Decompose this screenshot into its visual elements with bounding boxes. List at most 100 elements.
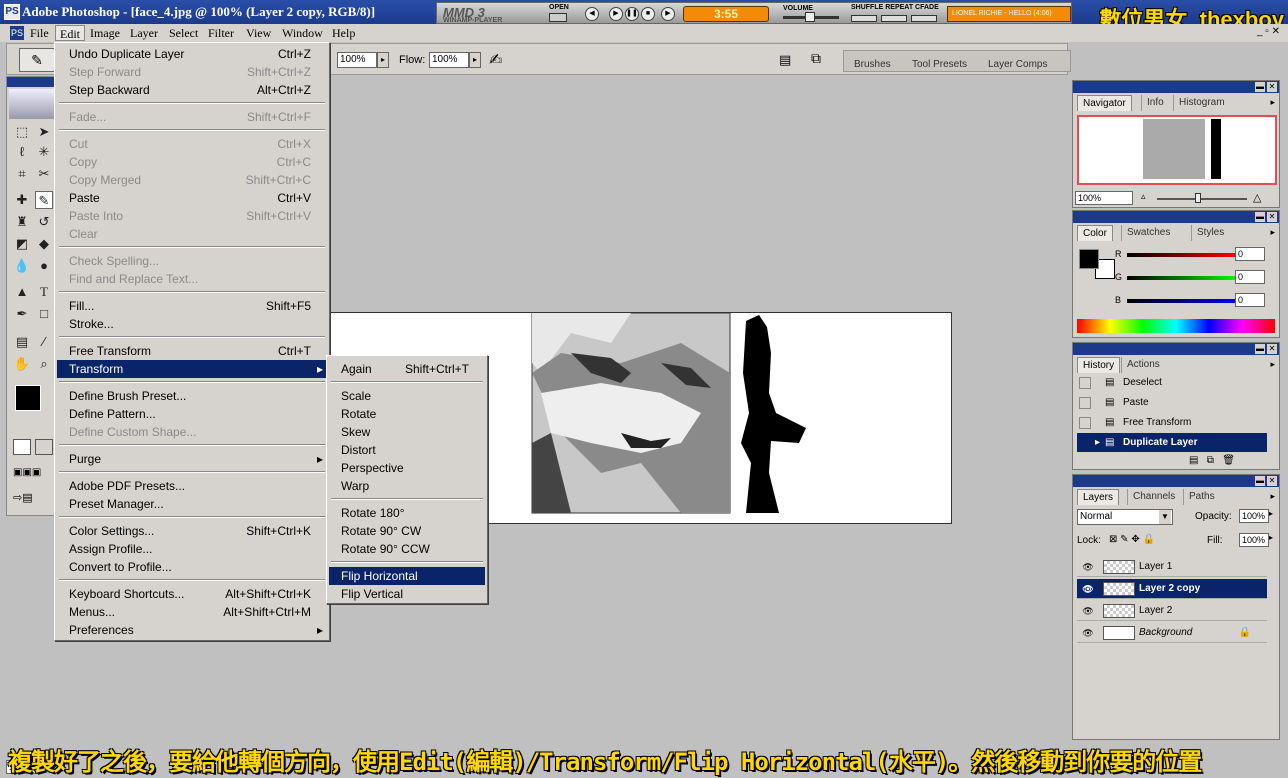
zoom-out-icon[interactable]: ▵ <box>1141 191 1146 202</box>
menu-item-find-replace[interactable]: Find and Replace Text... <box>57 270 327 288</box>
history-item-free-transform[interactable]: ▤ Free Transform <box>1077 413 1267 432</box>
tab-info[interactable]: Info <box>1141 95 1169 111</box>
r-slider[interactable] <box>1127 253 1239 257</box>
lasso-tool-icon[interactable]: ℓ <box>13 143 31 161</box>
menu-item-preferences[interactable]: Preferences ▸ <box>57 621 327 639</box>
menu-item-rotate-180[interactable]: Rotate 180° <box>329 504 485 522</box>
palette-options-icon[interactable]: ▸ <box>1270 97 1275 108</box>
flow-field[interactable]: 100% <box>429 52 469 68</box>
next-icon[interactable]: ▶ <box>661 7 675 21</box>
crop-tool-icon[interactable]: ⌗ <box>13 165 31 183</box>
menu-item-color-settings[interactable]: Color Settings... Shift+Ctrl+K <box>57 522 327 540</box>
stop-icon[interactable]: ■ <box>641 7 655 21</box>
menu-item-perspective[interactable]: Perspective <box>329 459 485 477</box>
menu-item-purge[interactable]: Purge ▸ <box>57 450 327 468</box>
flow-dropdown-icon[interactable]: ▸ <box>469 52 481 68</box>
airbrush-icon[interactable]: ✍ <box>489 50 502 70</box>
fg-color-chip[interactable] <box>1079 249 1099 269</box>
volume-handle[interactable] <box>805 12 815 22</box>
magic-wand-icon[interactable]: ✳ <box>35 143 53 161</box>
chevron-down-icon[interactable]: ▼ <box>1159 510 1171 524</box>
standard-mode-icon[interactable] <box>13 439 31 455</box>
lock-icons[interactable]: ⊠ ✎ ✥ 🔒 <box>1109 534 1155 545</box>
history-item-duplicate-layer[interactable]: ▸ ▤ Duplicate Layer <box>1077 433 1267 452</box>
file-browser-icon[interactable]: ⧉ <box>811 50 821 67</box>
tab-history[interactable]: History <box>1077 357 1121 373</box>
tab-swatches[interactable]: Swatches <box>1121 225 1175 241</box>
minimize-icon[interactable]: ▬ <box>1255 344 1265 354</box>
tab-color[interactable]: Color <box>1077 225 1113 241</box>
close-icon[interactable]: ✕ <box>1267 476 1277 486</box>
minimize-icon[interactable]: ▬ <box>1255 212 1265 222</box>
menu-item-free-transform[interactable]: Free Transform Ctrl+T <box>57 342 327 360</box>
pause-icon[interactable]: ❚❚ <box>625 7 639 21</box>
menu-layer[interactable]: Layer <box>126 25 162 41</box>
eraser-tool-icon[interactable]: ◩ <box>13 235 31 253</box>
crossfade-button[interactable] <box>911 15 937 22</box>
menu-help[interactable]: Help <box>328 25 359 41</box>
shuffle-button[interactable] <box>851 15 877 22</box>
close-icon[interactable]: ✕ <box>1267 82 1277 92</box>
menu-item-distort[interactable]: Distort <box>329 441 485 459</box>
menu-item-define-pattern[interactable]: Define Pattern... <box>57 405 327 423</box>
menu-item-fade[interactable]: Fade... Shift+Ctrl+F <box>57 108 327 126</box>
b-field[interactable]: 0 <box>1235 293 1265 307</box>
tab-channels[interactable]: Channels <box>1127 489 1180 505</box>
slice-tool-icon[interactable]: ✂ <box>35 165 53 183</box>
tab-paths[interactable]: Paths <box>1183 489 1220 505</box>
notes-tool-icon[interactable]: ▤ <box>13 333 31 351</box>
clone-stamp-icon[interactable]: ♜ <box>13 213 31 231</box>
history-item-deselect[interactable]: ▤ Deselect <box>1077 373 1267 392</box>
type-tool-icon[interactable]: T <box>35 283 53 301</box>
open-button[interactable] <box>549 13 567 22</box>
navigator-zoom-field[interactable]: 100% <box>1075 191 1133 205</box>
close-icon[interactable]: ✕ <box>1267 212 1277 222</box>
menu-item-undo-duplicate-layer[interactable]: Undo Duplicate Layer Ctrl+Z <box>57 45 327 63</box>
palette-options-icon[interactable]: ▸ <box>1270 227 1275 238</box>
menu-item-menus[interactable]: Menus... Alt+Shift+Ctrl+M <box>57 603 327 621</box>
pen-tool-icon[interactable]: ✒ <box>13 305 31 323</box>
path-select-icon[interactable]: ▲ <box>13 283 31 301</box>
menu-select[interactable]: Select <box>165 25 202 41</box>
eye-icon[interactable]: 👁 <box>1081 582 1095 596</box>
menu-item-step-backward[interactable]: Step Backward Alt+Ctrl+Z <box>57 81 327 99</box>
paint-bucket-icon[interactable]: ◆ <box>35 235 53 253</box>
menu-image[interactable]: Image <box>86 25 124 41</box>
history-brush-icon[interactable]: ↺ <box>35 213 53 231</box>
jump-to-imageready-icon[interactable]: ⇨▤ <box>13 491 55 507</box>
hand-tool-icon[interactable]: ✋ <box>13 355 31 373</box>
menu-item-flip-horizontal[interactable]: Flip Horizontal <box>329 567 485 585</box>
g-field[interactable]: 0 <box>1235 270 1265 284</box>
menu-item-preset-manager[interactable]: Preset Manager... <box>57 495 327 513</box>
menu-item-warp[interactable]: Warp <box>329 477 485 495</box>
dodge-tool-icon[interactable]: ● <box>35 257 53 275</box>
menu-item-fill[interactable]: Fill... Shift+F5 <box>57 297 327 315</box>
b-slider[interactable] <box>1127 299 1239 303</box>
healing-brush-icon[interactable]: ✚ <box>13 191 31 209</box>
menu-item-rotate-90-ccw[interactable]: Rotate 90° CCW <box>329 540 485 558</box>
layer-opacity-arrow-icon[interactable]: ▸ <box>1269 509 1273 518</box>
history-item-paste[interactable]: ▤ Paste <box>1077 393 1267 412</box>
menu-filter[interactable]: Filter <box>204 25 238 41</box>
tab-navigator[interactable]: Navigator <box>1077 95 1132 111</box>
palette-options-icon[interactable]: ▸ <box>1270 359 1275 370</box>
navigator-preview[interactable] <box>1077 115 1277 185</box>
doc-window-controls[interactable]: _ ▫ ✕ <box>1257 26 1280 37</box>
menu-item-convert-profile[interactable]: Convert to Profile... <box>57 558 327 576</box>
tab-histogram[interactable]: Histogram <box>1173 95 1230 111</box>
minimize-icon[interactable]: ▬ <box>1255 82 1265 92</box>
menu-item-define-custom-shape[interactable]: Define Custom Shape... <box>57 423 327 441</box>
menu-item-paste-into[interactable]: Paste Into Shift+Ctrl+V <box>57 207 327 225</box>
menu-window[interactable]: Window <box>278 25 327 41</box>
tab-tool-presets[interactable]: Tool Presets <box>912 59 967 70</box>
menu-item-stroke[interactable]: Stroke... <box>57 315 327 333</box>
menu-file[interactable]: File <box>26 25 53 41</box>
menu-item-paste[interactable]: Paste Ctrl+V <box>57 189 327 207</box>
foreground-color-swatch[interactable] <box>15 385 41 411</box>
zoom-slider[interactable] <box>1157 198 1247 200</box>
menu-item-scale[interactable]: Scale <box>329 387 485 405</box>
eye-icon[interactable]: 👁 <box>1081 626 1095 640</box>
layer-opacity-field[interactable]: 100% <box>1239 509 1269 523</box>
brush-tool-preset-icon[interactable]: ✎ <box>19 48 55 72</box>
eye-icon[interactable]: 👁 <box>1081 604 1095 618</box>
